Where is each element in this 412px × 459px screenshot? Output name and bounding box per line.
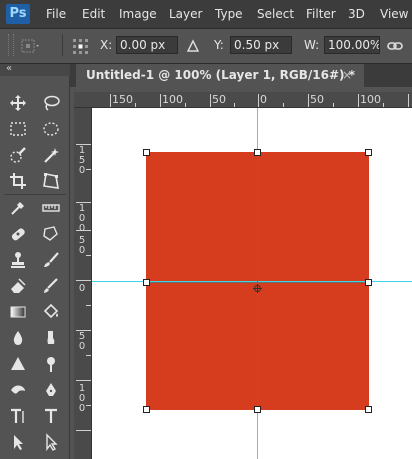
clone-stamp-icon[interactable] — [5, 249, 31, 271]
eyedropper-icon[interactable] — [5, 197, 31, 219]
history-brush-icon[interactable] — [38, 275, 64, 297]
ruler-label-100-left: 100 — [162, 93, 183, 106]
blur-tool-icon[interactable] — [5, 327, 31, 349]
horizontal-type-icon[interactable] — [5, 405, 31, 427]
brush-tool-icon[interactable] — [38, 249, 64, 271]
menu-image[interactable]: Image — [119, 0, 157, 28]
vruler-label-100-top: 1 0 0 — [78, 203, 86, 234]
lasso-tool-icon[interactable] — [38, 92, 64, 114]
ruler-label-100-right: 100 — [360, 93, 381, 106]
ruler-label-0: 0 — [260, 93, 267, 106]
horizontal-ruler[interactable]: 150 100 50 0 50 100 — [74, 92, 412, 108]
vruler-label-50-top: 5 0 — [78, 235, 86, 256]
transform-handle-bottom-center[interactable] — [254, 406, 261, 413]
eraser-icon[interactable] — [5, 275, 31, 297]
move-tool-icon[interactable] — [5, 92, 31, 114]
document-tab[interactable]: Untitled-1 @ 100% (Layer 1, RGB/16#) * — [76, 64, 364, 87]
vruler-label-100-bottom: 1 0 0 — [78, 383, 86, 414]
menu-filter[interactable]: Filter — [306, 0, 336, 28]
width-field[interactable]: 100.00% — [324, 36, 380, 54]
patch-tool-icon[interactable] — [38, 223, 64, 245]
vruler-label-0: 0 — [78, 283, 86, 294]
link-icon[interactable] — [386, 38, 404, 52]
vertical-ruler[interactable]: 1 5 0 1 0 0 5 0 0 5 0 1 0 0 — [74, 108, 92, 459]
pen-tool-icon[interactable] — [38, 379, 64, 401]
collapse-panel-button[interactable]: « — [6, 63, 12, 74]
transform-handle-bottom-right[interactable] — [365, 406, 372, 413]
vertical-type-icon[interactable] — [38, 405, 64, 427]
transform-handle-middle-left[interactable] — [143, 279, 150, 286]
ruler-label-150-left: 150 — [112, 93, 133, 106]
ruler-label-50-right: 50 — [310, 93, 324, 106]
direct-selection-icon[interactable] — [38, 431, 64, 453]
transform-reference-point-icon[interactable] — [253, 278, 262, 293]
sharpen-tool-icon[interactable] — [5, 353, 31, 375]
healing-brush-icon[interactable] — [5, 223, 31, 245]
quick-selection-icon[interactable] — [5, 144, 31, 166]
smudge-tool-icon[interactable] — [38, 327, 64, 349]
ellipse-marquee-icon[interactable] — [38, 118, 64, 140]
tab-close-icon[interactable]: × — [342, 64, 352, 87]
menu-type[interactable]: Type — [215, 0, 243, 28]
transform-handle-top-left[interactable] — [143, 149, 150, 156]
transform-handle-top-center[interactable] — [254, 149, 261, 156]
menu-edit[interactable]: Edit — [82, 0, 105, 28]
w-label: W: — [304, 38, 320, 52]
gradient-tool-icon[interactable] — [5, 301, 31, 323]
menu-view[interactable]: View — [380, 0, 408, 28]
vruler-label-150-top: 1 5 0 — [78, 145, 86, 176]
transform-handle-bottom-left[interactable] — [143, 406, 150, 413]
dodge-tool-icon[interactable] — [38, 353, 64, 375]
burn-tool-icon[interactable] — [5, 379, 31, 401]
paint-bucket-icon[interactable] — [38, 301, 64, 323]
y-label: Y: — [214, 38, 224, 52]
perspective-crop-icon[interactable] — [38, 170, 64, 192]
angle-icon[interactable] — [186, 38, 200, 52]
y-position-field[interactable]: 0.50 px — [230, 36, 292, 54]
menu-select[interactable]: Select — [257, 0, 294, 28]
menu-3d[interactable]: 3D — [348, 0, 365, 28]
photoshop-logo[interactable]: Ps — [6, 4, 30, 24]
menu-file[interactable]: File — [46, 0, 66, 28]
transform-handle-middle-right[interactable] — [365, 279, 372, 286]
menu-layer[interactable]: Layer — [169, 0, 202, 28]
vruler-label-50-bottom: 5 0 — [78, 331, 86, 352]
rect-marquee-icon[interactable] — [5, 118, 31, 140]
crop-tool-icon[interactable] — [5, 170, 31, 192]
reference-point-toggle-icon[interactable] — [20, 37, 42, 55]
x-label: X: — [100, 38, 113, 52]
path-selection-icon[interactable] — [5, 431, 31, 453]
ruler-tool-icon[interactable] — [38, 197, 64, 219]
options-grip-icon[interactable] — [8, 34, 14, 56]
ruler-label-50-left: 50 — [212, 93, 226, 106]
transform-handle-top-right[interactable] — [365, 149, 372, 156]
reference-point-grid-icon[interactable] — [70, 37, 92, 55]
x-position-field[interactable]: 0.00 px — [116, 36, 178, 54]
magic-wand-icon[interactable] — [38, 144, 64, 166]
